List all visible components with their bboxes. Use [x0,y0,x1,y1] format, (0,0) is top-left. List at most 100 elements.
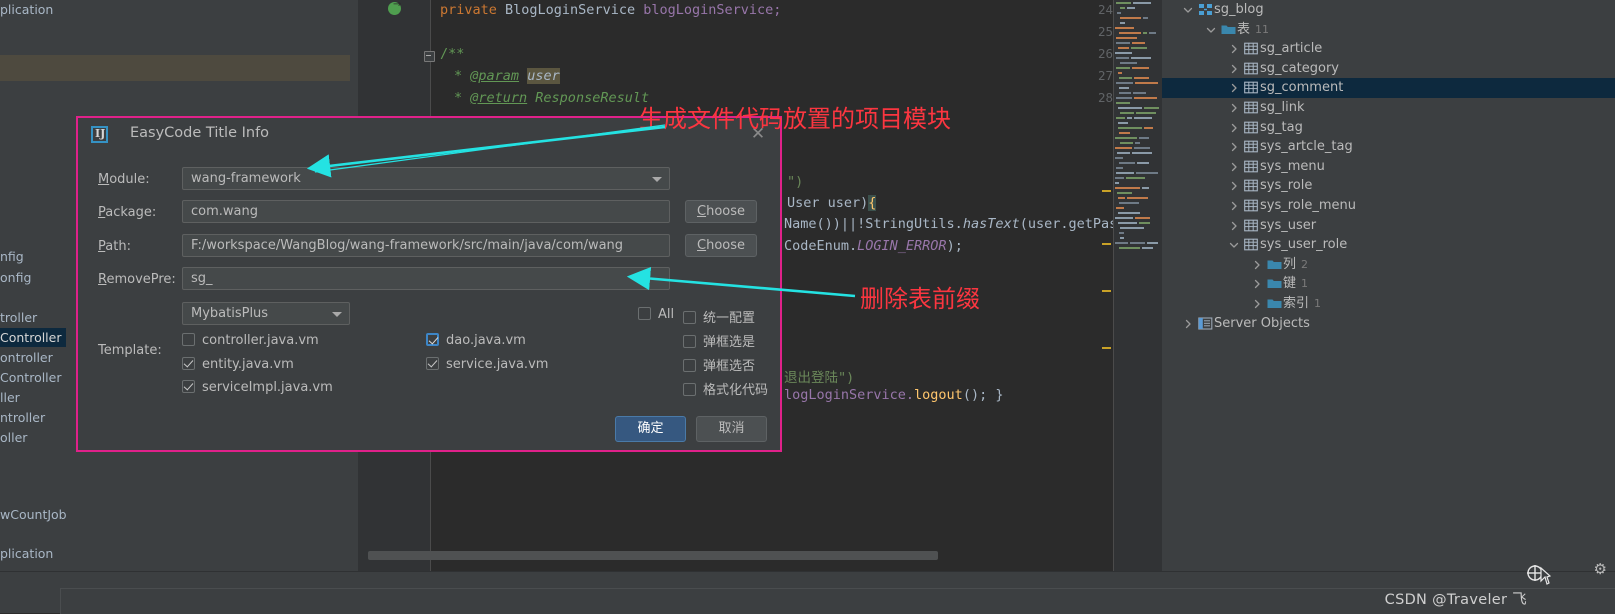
db-tree-item-ServerObjects[interactable]: Server Objects [1162,314,1615,334]
project-tree-item[interactable]: Controller [0,368,62,387]
chevron-right-icon[interactable] [1226,176,1242,196]
editor-warning-stripe[interactable] [1102,190,1111,192]
db-tree-item-sys_role[interactable]: sys_role [1162,176,1615,196]
chevron-right-icon[interactable] [1249,274,1265,294]
chevron-right-icon[interactable] [1249,294,1265,314]
chevron-down-icon[interactable] [1226,235,1242,255]
checkbox-dialog-yes[interactable]: 弹框选是 [683,331,755,350]
checkbox-entity-java-vm[interactable]: entity.java.vm [182,357,294,372]
cancel-button[interactable]: 取消 [696,416,767,442]
path-choose-button[interactable]: Choose [685,234,757,257]
chevron-right-icon[interactable] [1226,196,1242,216]
database-tree[interactable]: sg_blog 表 11 sg_article sg_category sg_commen… [1162,0,1615,333]
project-tree-item[interactable]: ller [0,388,20,407]
package-input[interactable]: com.wang [182,200,670,223]
easycode-dialog[interactable]: IJ EasyCode Title Info ✕ Module: wang-fr… [76,116,782,452]
project-tree-item[interactable]: onfig [0,268,31,287]
db-tree-item-[interactable]: 索引 1 [1162,294,1615,314]
editor-warning-stripe[interactable] [1102,290,1111,292]
chevron-right-icon[interactable] [1226,39,1242,59]
db-tree-item-sg_blog[interactable]: sg_blog [1162,0,1615,20]
minimap-code-line [1131,57,1151,59]
table-icon [1242,118,1260,138]
db-tree-item-count: 1 [1314,296,1322,310]
chevron-right-icon[interactable] [1226,157,1242,177]
db-tree-item-sys_menu[interactable]: sys_menu [1162,157,1615,177]
project-tree-item[interactable]: plication [0,544,53,563]
checkbox-service-java-vm[interactable]: service.java.vm [426,357,548,372]
code-fold-icon[interactable] [424,51,435,62]
project-tree-item[interactable]: troller [0,308,37,327]
project-tree-item[interactable]: ntroller [0,408,45,427]
db-tree-item-sys_artcle_tag[interactable]: sys_artcle_tag [1162,137,1615,157]
code-line-26: /** [440,46,464,62]
minimap-code-line [1118,212,1140,214]
db-tree-item-[interactable]: 表 11 [1162,20,1615,40]
project-tree-item[interactable]: wCountJob [0,505,67,524]
code-string: ") [787,174,804,190]
db-tree-item-sys_user_role[interactable]: sys_user_role [1162,235,1615,255]
override-icon[interactable] [388,0,401,15]
chevron-right-icon[interactable] [1226,78,1242,98]
checkbox-dialog-no[interactable]: 弹框选否 [683,355,755,374]
db-tree-item-sys_user[interactable]: sys_user [1162,216,1615,236]
chevron-down-icon[interactable] [1180,0,1196,20]
editor-warning-stripe[interactable] [1102,347,1111,349]
db-tree-item-sys_role_menu[interactable]: sys_role_menu [1162,196,1615,216]
chevron-down-icon[interactable] [1203,20,1219,40]
editor-warning-stripe[interactable] [1102,243,1111,245]
checkbox-label: serviceImpl.java.vm [202,380,333,395]
minimap-code-line [1149,32,1156,34]
framework-combobox[interactable]: MybatisPlus [182,302,350,325]
code-line-28: * @return ResponseResult [454,90,649,106]
chevron-right-icon[interactable] [1226,137,1242,157]
checkbox-label: 统一配置 [703,311,756,326]
table-icon [1242,176,1260,196]
checkbox-controller-java-vm[interactable]: controller.java.vm [182,333,319,348]
project-tree-item[interactable]: oller [0,428,27,447]
chevron-right-icon[interactable] [1226,59,1242,79]
project-tree-item[interactable]: ontroller [0,348,53,367]
db-tree-item-sg_article[interactable]: sg_article [1162,39,1615,59]
ok-button[interactable]: 确定 [615,416,686,442]
minimap-code-line [1116,167,1123,169]
checkbox-label: entity.java.vm [202,357,294,372]
gear-icon[interactable]: ⚙ [1594,560,1607,578]
code-expr-tail: (user.getPass [1019,216,1126,232]
cursor-icon [1527,565,1551,585]
database-tree-panel[interactable]: sg_blog 表 11 sg_article sg_category sg_commen… [1162,0,1615,571]
checkbox-unified-config[interactable]: 统一配置 [683,307,755,326]
chevron-right-icon[interactable] [1249,255,1265,275]
chevron-right-icon[interactable] [1226,118,1242,138]
checkbox-format-code[interactable]: 格式化代码 [683,379,768,398]
package-choose-button[interactable]: Choose [685,200,757,223]
removepre-input[interactable]: sg_ [182,267,670,290]
chevron-right-icon[interactable] [1180,314,1196,334]
checkbox-dao-java-vm[interactable]: dao.java.vm [426,333,526,348]
db-tree-item-sg_tag[interactable]: sg_tag [1162,118,1615,138]
module-combobox[interactable]: wang-framework [182,167,670,190]
checkbox-label: 弹框选是 [703,335,756,350]
db-tree-item-sg_link[interactable]: sg_link [1162,98,1615,118]
checkbox-all[interactable]: All [638,307,674,322]
chevron-right-icon[interactable] [1226,216,1242,236]
editor-hscrollbar-thumb[interactable] [368,551,938,560]
db-tree-item-sg_comment[interactable]: sg_comment [1162,78,1615,98]
db-tree-item-[interactable]: 键1 [1162,274,1615,294]
db-tree-item-[interactable]: 列2 [1162,255,1615,275]
editor-minimap[interactable] [1113,0,1162,571]
project-tree-item[interactable]: Controller [0,328,66,347]
chevron-right-icon[interactable] [1226,98,1242,118]
checkbox-box [426,357,439,370]
db-tree-item-label: sg_comment [1260,80,1344,96]
db-tree-item-sg_category[interactable]: sg_category [1162,59,1615,79]
minimap-code-line [1132,42,1145,44]
checkbox-box [426,333,439,346]
path-input[interactable]: F:/workspace/WangBlog/wang-framework/src… [182,234,670,257]
checkbox-serviceimpl-java-vm[interactable]: serviceImpl.java.vm [182,380,333,395]
project-tree-item[interactable]: nfig [0,247,24,266]
project-tree-item[interactable]: plication [0,0,53,19]
db-tree-item-label: 索引 [1283,295,1310,311]
minimap-code-line [1120,112,1134,114]
minimap-code-line [1136,172,1158,174]
